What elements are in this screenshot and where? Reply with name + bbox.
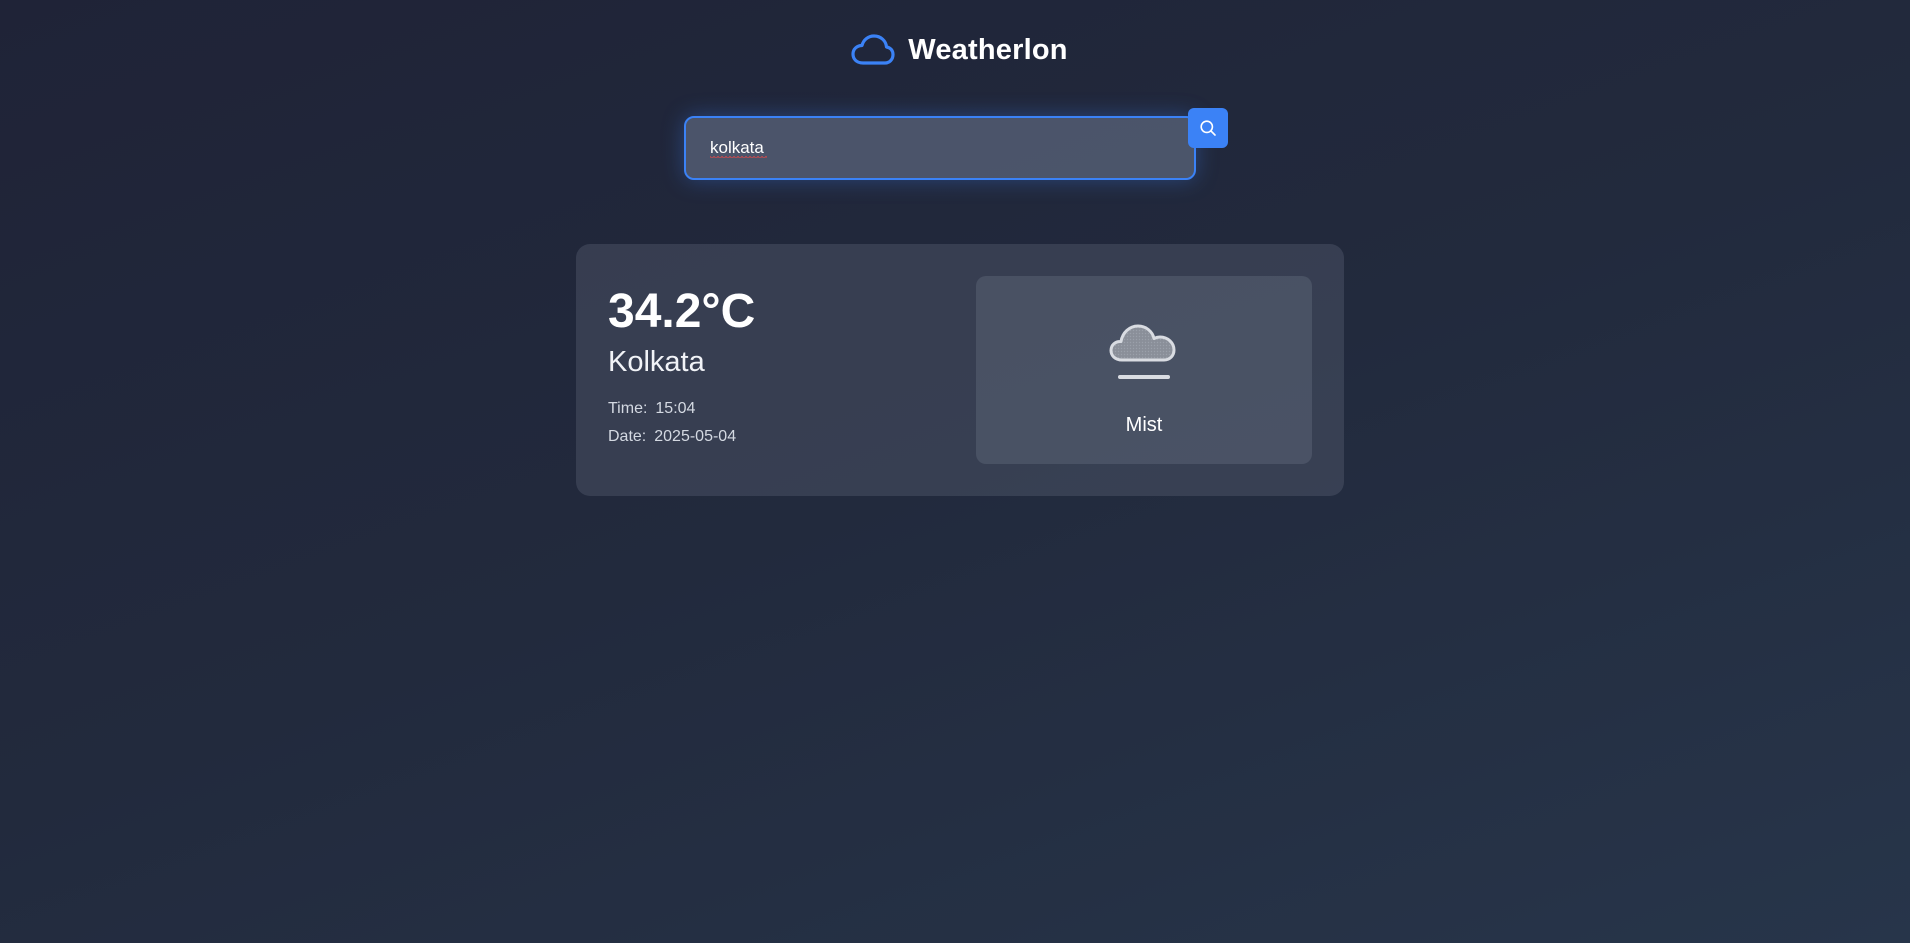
search-button[interactable] <box>1188 108 1228 148</box>
mist-cloud-icon <box>1109 324 1176 379</box>
search-icon <box>1200 120 1216 136</box>
condition-panel: Mist <box>976 276 1312 464</box>
weather-card: 34.2°C Kolkata Time: 15:04 Date: 2025-05-0… <box>576 244 1344 496</box>
temperature: 34.2°C <box>608 285 756 338</box>
search-input[interactable] <box>684 116 1196 180</box>
time-label: Time: <box>608 400 648 417</box>
time-row: Time: 15:04 <box>608 400 695 418</box>
brand: Weatherlon <box>850 32 1067 68</box>
date-value: 2025-05-04 <box>654 428 737 445</box>
app-header: Weatherlon <box>0 32 1910 68</box>
date-row: Date: 2025-05-04 <box>608 428 736 446</box>
condition-text: Mist <box>1125 414 1163 436</box>
search-bar <box>684 116 1196 180</box>
city-name: Kolkata <box>608 346 705 378</box>
app-title: Weatherlon <box>908 33 1068 66</box>
cloud-icon <box>851 34 895 65</box>
time-value: 15:04 <box>655 400 696 417</box>
date-label: Date: <box>608 428 647 445</box>
